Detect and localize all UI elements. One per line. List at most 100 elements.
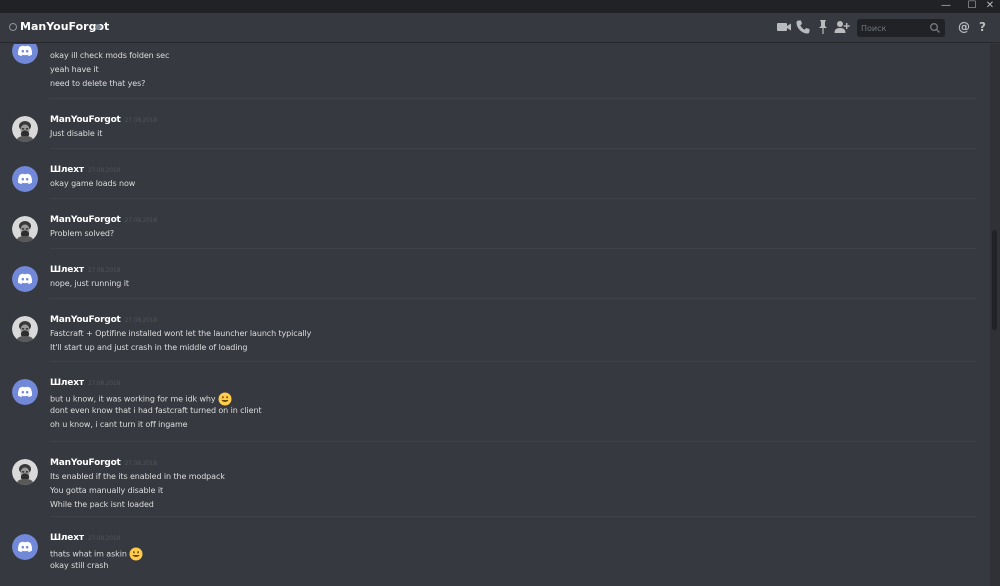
message-text: Problem solved? [50,229,115,238]
message-line: yeah have it [50,65,99,74]
smiley-emoji-icon [218,392,232,406]
message-group[interactable]: Шлехт 27.08.2018 but u know, it was workin… [0,378,980,449]
author-name[interactable]: ManYouForgot [50,315,121,325]
message-text: Just disable it [50,129,103,138]
author-name[interactable]: ManYouForgot [50,458,121,468]
help-icon[interactable]: ? [979,18,991,36]
message-timestamp: 27.08.2018 [87,267,121,274]
message-text: oh u know, i cant turn it off ingame [50,420,188,429]
voice-call-icon[interactable] [795,19,811,35]
message-text: okay still crash [50,561,109,570]
message-author[interactable]: Шлехт27.08.2018 [50,44,120,47]
message-text: While the pack isnt loaded [50,500,154,509]
message-author[interactable]: Шлехт27.08.2018 [50,533,120,543]
message-timestamp: 27.08.2018 [87,535,121,542]
message-group[interactable]: ManYouForgot 27.08.2018 Fastcraft + Optifi… [0,315,980,372]
message-text: thats what im askin [50,549,127,559]
author-name[interactable]: Шлехт [50,265,84,275]
message-line: Just disable it [50,129,102,138]
message-timestamp: 27.08.2018 [87,167,121,174]
message-text: okay game loads now [50,179,136,188]
message-divider [50,98,976,99]
avatar[interactable] [12,534,38,560]
message-text: It'll start up and just crash in the mid… [50,343,248,352]
scrollbar-thumb[interactable] [992,230,997,330]
message-timestamp: 27.08.2018 [124,317,158,324]
avatar[interactable] [12,459,38,485]
message-group[interactable]: ManYouForgot 27.08.2018 Problem solved? [0,215,980,258]
message-line: thats what im askin [50,547,143,561]
message-text: Fastcraft + Optifine installed wont let … [50,329,312,338]
message-line: need to delete that yes? [50,79,145,88]
message-line: Fastcraft + Optifine installed wont let … [50,329,311,338]
message-group[interactable]: Шлехт 27.08.2018 nope, just running it [0,265,980,308]
message-author[interactable]: ManYouForgot 27.08.2018 [50,115,157,125]
message-text: okay ill check mods folden sec [50,51,170,60]
message-line: dont even know that i had fastcraft turn… [50,406,262,415]
avatar[interactable] [12,216,38,242]
message-text: dont even know that i had fastcraft turn… [50,406,262,415]
close-window-button[interactable]: ✕ [980,0,1000,13]
message-line: It'll start up and just crash in the mid… [50,343,247,352]
avatar[interactable] [12,116,38,142]
message-divider [50,198,976,199]
message-text: need to delete that yes? [50,79,146,88]
message-line: oh u know, i cant turn it off ingame [50,420,188,429]
message-group[interactable]: Шлехт 27.08.2018 thats what im askin okay s… [0,533,980,586]
channel-header: ManYouForgot @ ? [0,13,1000,43]
message-divider [50,441,976,442]
message-text: but u know, it was working for me idk wh… [50,394,216,404]
message-divider [50,361,976,362]
message-divider [50,248,976,249]
window-titlebar: — ☐ ✕ [0,0,1000,13]
video-call-icon[interactable] [776,19,792,35]
message-author[interactable]: ManYouForgot 27.08.2018 [50,458,157,468]
search-box[interactable] [857,19,945,37]
author-name[interactable]: Шлехт [50,533,84,543]
message-text: Its enabled if the its enabled in the mo… [50,472,225,481]
message-line: but u know, it was working for me idk wh… [50,392,232,406]
avatar[interactable] [12,44,38,64]
message-author[interactable]: Шлехт27.08.2018 [50,378,120,388]
message-timestamp: 27.08.2018 [124,117,158,124]
avatar[interactable] [12,316,38,342]
message-divider [50,148,976,149]
avatar[interactable] [12,379,38,405]
message-author[interactable]: ManYouForgot 27.08.2018 [50,315,157,325]
author-name[interactable]: Шлехт [50,378,84,388]
dm-at-icon [9,23,17,31]
message-line: Problem solved? [50,229,114,238]
maximize-button[interactable]: ☐ [962,0,982,13]
message-line: okay ill check mods folden sec [50,51,169,60]
message-line: While the pack isnt loaded [50,500,154,509]
message-text: yeah have it [50,65,99,74]
minimize-button[interactable]: — [936,0,956,13]
message-group[interactable]: ManYouForgot 27.08.2018 Its enabled if the… [0,458,980,529]
author-name[interactable]: ManYouForgot [50,115,121,125]
message-text: nope, just running it [50,279,129,288]
message-group[interactable]: Шлехт 27.08.2018 okay game loads now [0,165,980,208]
status-indicator [95,24,101,30]
message-timestamp: 27.08.2018 [124,460,158,467]
message-list[interactable]: Шлехт27.08.2018okay ill check mods folde… [0,44,990,586]
message-divider [50,516,976,517]
message-line: okay game loads now [50,179,135,188]
message-author[interactable]: Шлехт27.08.2018 [50,265,120,275]
mentions-icon[interactable]: @ [958,18,970,36]
author-name[interactable]: ManYouForgot [50,215,121,225]
author-name[interactable]: Шлехт [50,165,84,175]
message-group[interactable]: ManYouForgot 27.08.2018 Just disable it [0,115,980,158]
message-author[interactable]: Шлехт27.08.2018 [50,165,120,175]
avatar[interactable] [12,266,38,292]
search-icon [930,23,941,34]
message-line: nope, just running it [50,279,129,288]
pin-icon[interactable] [815,19,831,35]
avatar[interactable] [12,166,38,192]
search-input[interactable] [861,21,931,35]
add-friend-icon[interactable] [834,19,850,35]
message-timestamp: 27.08.2018 [87,380,121,387]
message-text: You gotta manually disable it [50,486,164,495]
author-name[interactable]: Шлехт [50,44,84,47]
message-timestamp: 27.08.2018 [124,217,158,224]
message-author[interactable]: ManYouForgot 27.08.2018 [50,215,157,225]
